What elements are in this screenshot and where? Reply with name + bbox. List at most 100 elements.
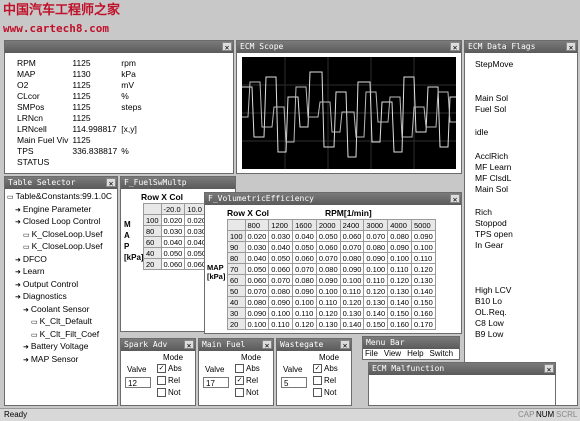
tree-item[interactable]: ➜ Closed Loop Control xyxy=(7,216,117,229)
tree-item[interactable]: ➜ MAP Sensor xyxy=(7,354,117,367)
close-icon[interactable]: ✕ xyxy=(340,340,350,350)
ve-cell[interactable]: 0.160 xyxy=(387,318,412,330)
ve-cell[interactable]: 0.090 xyxy=(315,274,341,286)
close-icon[interactable]: ✕ xyxy=(262,340,272,350)
close-icon[interactable]: ✕ xyxy=(450,42,460,52)
ve-cell[interactable]: 0.030 xyxy=(268,230,294,242)
checkbox-icon[interactable] xyxy=(313,388,322,398)
tree-item[interactable]: ➜ Learn xyxy=(7,266,117,279)
mainfuel-valve-stepper[interactable]: 17 xyxy=(203,377,229,388)
tree-item[interactable]: ▭ Table&Constants:99.1.0C xyxy=(7,191,117,204)
fuel-mult-cell[interactable]: 0.040 xyxy=(160,236,186,248)
spark-valve-stepper[interactable]: 12 xyxy=(125,377,151,388)
close-icon[interactable]: ✕ xyxy=(222,42,232,52)
ve-cell[interactable]: 0.070 xyxy=(315,252,341,264)
ve-cell[interactable]: 0.110 xyxy=(363,274,389,286)
checkbox-icon[interactable] xyxy=(157,388,166,398)
tree-item[interactable]: ➜ Battery Voltage xyxy=(7,341,117,354)
tree-item[interactable]: ▭ K_CloseLoop.Usef xyxy=(7,229,117,242)
ve-cell[interactable]: 0.060 xyxy=(268,263,294,275)
ve-cell[interactable]: 0.090 xyxy=(292,285,317,297)
ve-cell[interactable]: 0.080 xyxy=(315,263,341,275)
checkbox-icon[interactable] xyxy=(235,388,244,398)
tree-item[interactable]: ▭ K_CloseLoop.Usef xyxy=(7,241,117,254)
ve-cell[interactable]: 0.060 xyxy=(244,274,270,286)
ve-cell[interactable]: 0.100 xyxy=(339,274,365,286)
ve-cell[interactable]: 0.150 xyxy=(363,318,389,330)
fuel-mult-cell[interactable]: 0.050 xyxy=(160,247,186,259)
ve-cell[interactable]: 0.100 xyxy=(410,241,436,253)
ve-cell[interactable]: 0.120 xyxy=(387,274,412,286)
tree-item[interactable]: ➜ Engine Parameter xyxy=(7,204,117,217)
ve-cell[interactable]: 0.120 xyxy=(363,285,389,297)
ve-cell[interactable]: 0.070 xyxy=(292,263,317,275)
ve-cell[interactable]: 0.150 xyxy=(387,307,412,319)
ve-cell[interactable]: 0.080 xyxy=(387,230,412,242)
wastegate-mode-option[interactable]: Not xyxy=(313,388,338,400)
ve-cell[interactable]: 0.140 xyxy=(363,307,389,319)
ve-cell[interactable]: 0.110 xyxy=(410,252,436,264)
ve-cell[interactable]: 0.110 xyxy=(315,296,341,308)
spark-mode-option[interactable]: Not xyxy=(157,388,182,400)
ve-cell[interactable]: 0.070 xyxy=(244,285,270,297)
spark-mode-option[interactable]: ✓ Abs xyxy=(157,364,182,376)
tree-item[interactable]: ➜ Coolant Sensor xyxy=(7,304,117,317)
ve-cell[interactable]: 0.130 xyxy=(315,318,341,330)
ve-cell[interactable]: 0.070 xyxy=(363,230,389,242)
menu-item-file[interactable]: File xyxy=(365,349,378,358)
ve-cell[interactable]: 0.090 xyxy=(410,230,436,242)
wastegate-valve-stepper[interactable]: 5 xyxy=(281,377,307,388)
checkbox-icon[interactable]: ✓ xyxy=(235,376,244,386)
ve-cell[interactable]: 0.080 xyxy=(244,296,270,308)
mainfuel-mode-option[interactable]: Not xyxy=(235,388,260,400)
mainfuel-mode-option[interactable]: Abs xyxy=(235,364,260,376)
close-icon[interactable]: ✕ xyxy=(184,340,194,350)
ve-cell[interactable]: 0.100 xyxy=(387,252,412,264)
tree-item[interactable]: ➜ Diagnostics xyxy=(7,291,117,304)
ve-cell[interactable]: 0.100 xyxy=(363,263,389,275)
close-icon[interactable]: ✕ xyxy=(450,194,460,204)
fuel-mult-cell[interactable]: 0.030 xyxy=(160,225,186,237)
ve-cell[interactable]: 0.080 xyxy=(292,274,317,286)
menu-item-switch[interactable]: Switch xyxy=(430,349,454,358)
ve-cell[interactable]: 0.110 xyxy=(292,307,317,319)
fuel-mult-cell[interactable]: 0.020 xyxy=(160,214,186,226)
close-icon[interactable]: ✕ xyxy=(106,178,116,188)
tree-item[interactable]: ▭ K_Clt_Filt_Coef xyxy=(7,329,117,342)
ve-cell[interactable]: 0.040 xyxy=(244,252,270,264)
ve-cell[interactable]: 0.080 xyxy=(339,252,365,264)
ve-cell[interactable]: 0.140 xyxy=(387,296,412,308)
ve-cell[interactable]: 0.130 xyxy=(339,307,365,319)
ve-cell[interactable]: 0.090 xyxy=(363,252,389,264)
ve-cell[interactable]: 0.090 xyxy=(387,241,412,253)
ve-cell[interactable]: 0.130 xyxy=(387,285,412,297)
ve-cell[interactable]: 0.040 xyxy=(292,230,317,242)
checkbox-icon[interactable]: ✓ xyxy=(313,364,322,374)
ve-cell[interactable]: 0.030 xyxy=(244,241,270,253)
ve-cell[interactable]: 0.080 xyxy=(363,241,389,253)
ve-cell[interactable]: 0.130 xyxy=(410,274,436,286)
ve-cell[interactable]: 0.140 xyxy=(339,318,365,330)
ve-cell[interactable]: 0.050 xyxy=(292,241,317,253)
ve-cell[interactable]: 0.120 xyxy=(410,263,436,275)
close-icon[interactable]: ✕ xyxy=(566,42,576,52)
ve-cell[interactable]: 0.070 xyxy=(339,241,365,253)
menu-item-help[interactable]: Help xyxy=(407,349,423,358)
checkbox-icon[interactable] xyxy=(157,376,166,386)
ve-cell[interactable]: 0.120 xyxy=(315,307,341,319)
ve-cell[interactable]: 0.100 xyxy=(268,307,294,319)
ve-cell[interactable]: 0.100 xyxy=(315,285,341,297)
ve-cell[interactable]: 0.060 xyxy=(292,252,317,264)
checkbox-icon[interactable]: ✓ xyxy=(157,364,166,374)
close-icon[interactable]: ✕ xyxy=(544,364,554,374)
ve-cell[interactable]: 0.110 xyxy=(268,318,294,330)
tree-item[interactable]: ➜ Output Control xyxy=(7,279,117,292)
ve-cell[interactable]: 0.120 xyxy=(339,296,365,308)
fuel-mult-cell[interactable]: 0.060 xyxy=(160,258,186,270)
wastegate-mode-option[interactable]: ✓ Abs xyxy=(313,364,338,376)
ve-cell[interactable]: 0.140 xyxy=(410,285,436,297)
tree-item[interactable]: ▭ K_Clt_Default xyxy=(7,316,117,329)
ve-cell[interactable]: 0.100 xyxy=(292,296,317,308)
ve-cell[interactable]: 0.060 xyxy=(315,241,341,253)
ve-cell[interactable]: 0.150 xyxy=(410,296,436,308)
